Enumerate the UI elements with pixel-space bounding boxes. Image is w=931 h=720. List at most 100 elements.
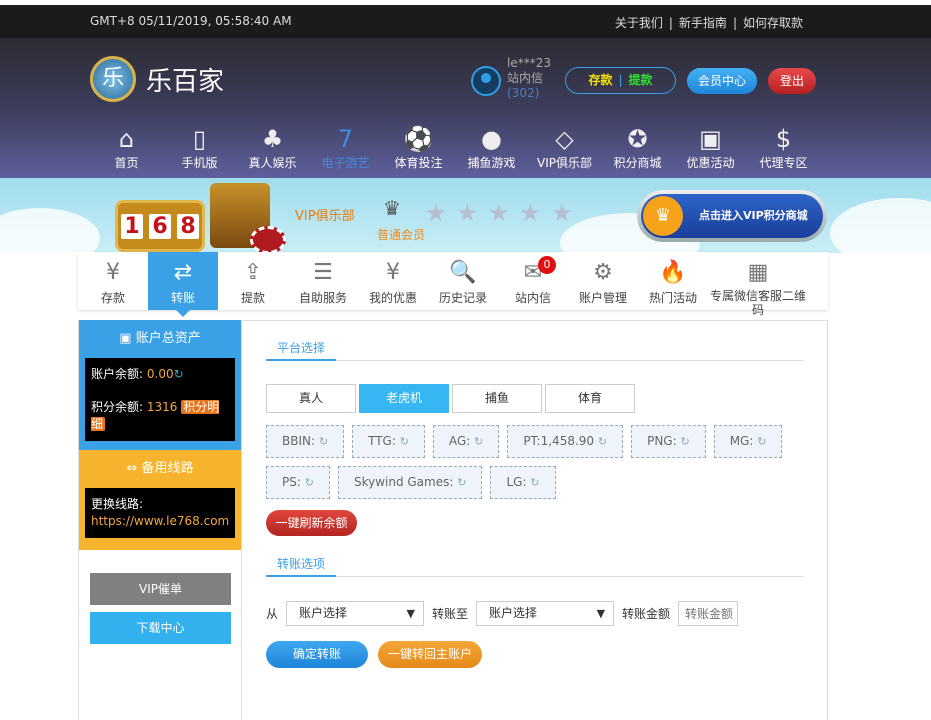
logo-icon: 乐 [90, 56, 136, 102]
withdraw-icon: ⇪ [243, 260, 263, 285]
member-center-button[interactable]: 会员中心 [687, 68, 757, 94]
nav-item[interactable]: ♣ 真人娱乐 [236, 124, 309, 171]
nav-item[interactable]: ▣ 优惠活动 [674, 124, 747, 171]
refresh-icon[interactable]: ↻ [305, 476, 314, 489]
account-nav-item[interactable]: ¥ 我的优惠 [358, 252, 428, 310]
platform-tab-header: 平台选择 [266, 335, 804, 361]
account-nav: ¥ 存款 ⇄ 转账 ⇪ 提款 ☰ 自助服务 ¥ 我的优惠 🔍 历史记录 ✉ 0 站内信 ⚙ 账户管理 🔥 热门活动 ▦… [78, 252, 828, 317]
refresh-icon[interactable]: ↻ [680, 435, 689, 448]
account-nav-item[interactable]: 🔍 历史记录 [428, 252, 498, 310]
member-level: 普通会员 [377, 228, 426, 242]
points-label: 积分余额: [91, 400, 144, 414]
logout-button[interactable]: 登出 [768, 68, 816, 94]
nav-item[interactable]: $ 代理专区 [747, 124, 820, 171]
refresh-icon[interactable]: ↻ [474, 435, 483, 448]
coupon-icon: ¥ [386, 260, 400, 285]
account-nav-label: 存款 [100, 291, 125, 305]
confirm-transfer-button[interactable]: 确定转账 [266, 641, 368, 668]
football-icon: ⚽ [403, 125, 434, 153]
nav-item[interactable]: ⚽ 体育投注 [382, 124, 455, 171]
nav-label: VIP俱乐部 [537, 156, 592, 170]
platform-name: PNG: [647, 434, 677, 448]
platform-balance: TTG: ↻ [352, 425, 425, 458]
platform-balance: BBIN: ↻ [266, 425, 345, 458]
account-nav-item[interactable]: 🔥 热门活动 [638, 252, 708, 310]
assets-section: ▣ 账户总资产 账户余额: 0.00↻ 积分余额: 1316 积分明细 [79, 320, 241, 450]
from-label: 从 [266, 607, 279, 621]
refresh-icon[interactable]: ↻ [400, 435, 409, 448]
vip-mall-button[interactable]: 点击进入VIP积分商城 ♛ [637, 190, 827, 242]
user-avatar-icon[interactable] [471, 66, 501, 96]
nav-label: 真人娱乐 [248, 156, 297, 170]
howto-link[interactable]: 如何存取款 [743, 16, 803, 30]
nav-item[interactable]: ✪ 积分商城 [601, 124, 674, 171]
vip-bill-button[interactable]: VIP催单 [90, 573, 231, 605]
account-nav-item[interactable]: ¥ 存款 [78, 252, 148, 310]
logo[interactable]: 乐 乐百家 [90, 56, 224, 102]
refresh-all-button[interactable]: 一键刷新余额 [266, 510, 357, 536]
amount-input[interactable] [678, 601, 739, 626]
category-tab[interactable]: 捕鱼 [452, 384, 542, 413]
account-nav-item[interactable]: ▦ 专属微信客服二维码 [708, 252, 808, 317]
header: 乐 乐百家 le***23 站内信 (302) 存款 | 提款 会员中心 登出 ⌂ 首… [0, 38, 931, 178]
withdraw-link[interactable]: 提款 [629, 73, 653, 87]
account-nav-label: 我的优惠 [368, 291, 417, 305]
tab-platform[interactable]: 平台选择 [266, 335, 337, 361]
crown-icon: ♛ [643, 196, 683, 236]
platform-balance: Skywind Games: ↻ [337, 466, 483, 499]
cards-icon: ♣ [261, 125, 284, 153]
switch-label: 更换线路: [91, 497, 144, 511]
messages-count[interactable]: (302) [507, 86, 551, 101]
refresh-icon[interactable]: ↻ [319, 435, 328, 448]
slot-digit: 6 [149, 213, 171, 239]
sidebar: ▣ 账户总资产 账户余额: 0.00↻ 积分余额: 1316 积分明细 ⇔ 备用… [78, 320, 242, 720]
account-nav-item[interactable]: ✉ 0 站内信 [498, 252, 568, 310]
from-account-select[interactable]: 账户选择 [286, 601, 425, 626]
nav-label: 首页 [114, 156, 139, 170]
guide-link[interactable]: 新手指南 [679, 16, 727, 30]
refresh-icon[interactable]: ↻ [757, 435, 766, 448]
top-bar: GMT+8 05/11/2019, 05:58:40 AM 关于我们 | 新手指南 |… [0, 5, 931, 38]
money-bag-icon: $ [775, 125, 792, 153]
refresh-icon[interactable]: ↻ [530, 476, 539, 489]
category-tab[interactable]: 老虎机 [359, 384, 449, 413]
switch-url-link[interactable]: https://www.le768.com [91, 513, 229, 530]
account-nav-item[interactable]: ⇪ 提款 [218, 252, 288, 310]
category-tab[interactable]: 真人 [266, 384, 356, 413]
tab-transfer[interactable]: 转账选项 [266, 551, 337, 577]
server-time: GMT+8 05/11/2019, 05:58:40 AM [90, 14, 292, 28]
nav-item[interactable]: ⌂ 首页 [90, 124, 163, 171]
nav-item[interactable]: ● 捕鱼游戏 [455, 124, 528, 171]
user-panel: le***23 站内信 (302) [471, 56, 551, 101]
nav-item[interactable]: 7 电子游艺 [309, 124, 382, 171]
slot-digit: 8 [177, 213, 199, 239]
amount-label: 转账金额 [622, 607, 671, 621]
platform-name: LG: [506, 475, 527, 489]
money-bag-icon: ¥ [106, 260, 120, 285]
nav-item[interactable]: ▯ 手机版 [163, 124, 236, 171]
platform-name: TTG: [368, 434, 396, 448]
unread-badge: 0 [538, 256, 556, 274]
platform-balance: AG: ↻ [432, 425, 500, 458]
refresh-icon[interactable]: ↻ [174, 367, 184, 381]
transfer-back-main-button[interactable]: 一键转回主账户 [378, 641, 482, 668]
account-nav-label: 账户管理 [578, 291, 627, 305]
download-center-button[interactable]: 下载中心 [90, 612, 231, 644]
account-nav-item[interactable]: ⚙ 账户管理 [568, 252, 638, 310]
deposit-link[interactable]: 存款 [588, 73, 612, 87]
messages-link[interactable]: 站内信 [507, 71, 551, 86]
nav-item[interactable]: ◇ VIP俱乐部 [528, 124, 601, 171]
transfer-tab-header: 转账选项 [266, 551, 804, 577]
about-link[interactable]: 关于我们 [615, 16, 663, 30]
nav-label: 捕鱼游戏 [467, 156, 516, 170]
account-nav-item[interactable]: ⇄ 转账 [148, 252, 218, 317]
spare-title: 备用线路 [141, 461, 194, 476]
refresh-icon[interactable]: ↻ [457, 476, 466, 489]
account-nav-item[interactable]: ☰ 自助服务 [288, 252, 358, 310]
nav-label: 代理专区 [759, 156, 808, 170]
refresh-icon[interactable]: ↻ [598, 435, 607, 448]
balance-value: 0.00 [146, 367, 174, 381]
category-tab[interactable]: 体育 [545, 384, 635, 413]
account-nav-label: 站内信 [514, 291, 551, 305]
to-account-select[interactable]: 账户选择 [476, 601, 615, 626]
